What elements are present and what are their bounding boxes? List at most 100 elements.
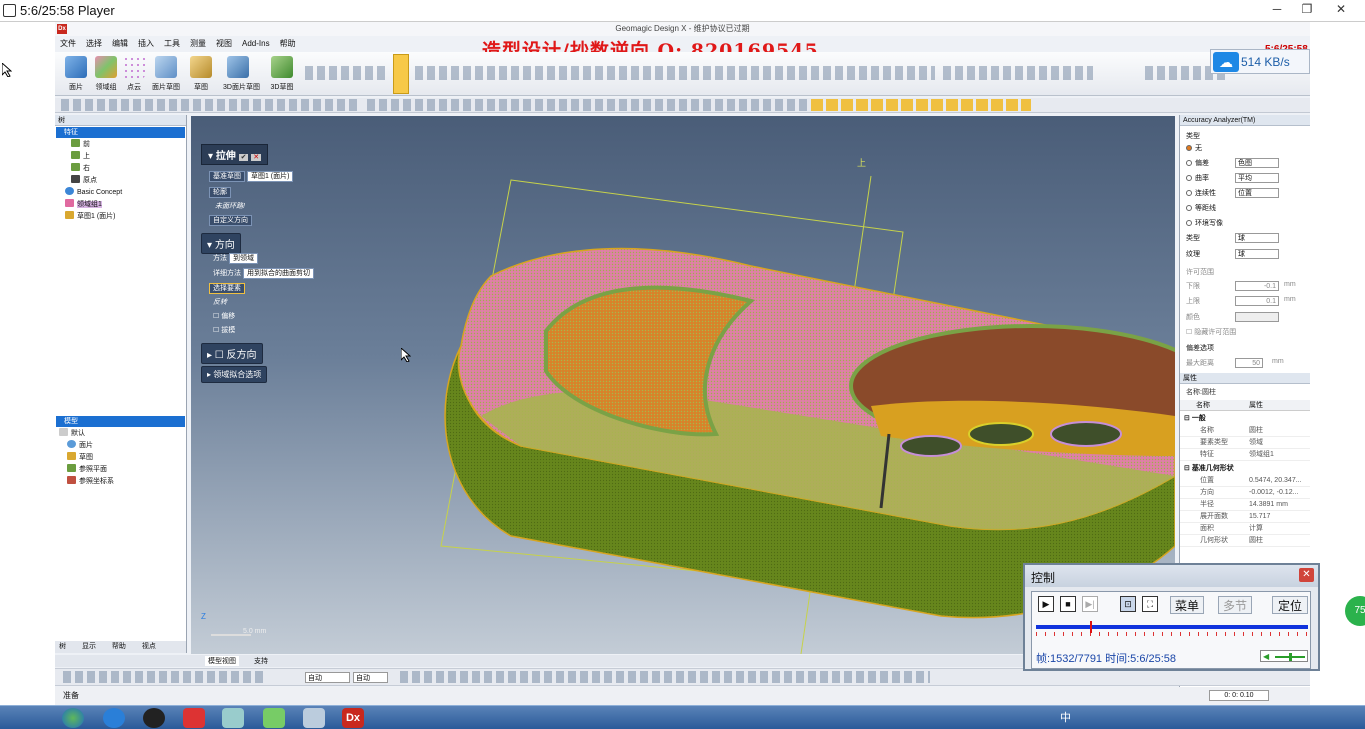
menu-button[interactable]: 菜单 xyxy=(1170,596,1204,614)
property-row[interactable]: 半径 14.3891 mm xyxy=(1180,499,1310,511)
ime-indicator[interactable]: 中 xyxy=(1060,712,1071,724)
reverse-direction-section[interactable]: ▸ ☐ 反方向 xyxy=(201,343,263,364)
option-none[interactable]: 无 xyxy=(1186,143,1202,153)
ribbon-model-tools[interactable] xyxy=(415,66,935,80)
select-element-field[interactable]: 选择要素 xyxy=(209,283,245,294)
method-select[interactable]: 到领域 xyxy=(228,253,258,264)
minimize-button[interactable]: ─ xyxy=(1266,1,1288,18)
model-section[interactable]: 模型 xyxy=(56,416,185,427)
volume-slider[interactable]: ◀ xyxy=(1260,650,1308,662)
upper-input[interactable]: 0.1 xyxy=(1235,296,1279,306)
stop-icon[interactable]: ■ xyxy=(1060,596,1076,612)
dx-logo[interactable]: Dx xyxy=(57,24,67,34)
progress-track[interactable] xyxy=(1036,625,1308,629)
menu-edit[interactable]: 编辑 xyxy=(107,36,133,51)
menu-measure[interactable]: 测量 xyxy=(185,36,211,51)
reverse-label[interactable]: 反转 xyxy=(213,297,227,307)
menu-help[interactable]: 帮助 xyxy=(275,36,301,51)
ribbon-draw-tools[interactable] xyxy=(305,66,385,80)
curvature-select[interactable]: 平均 xyxy=(1235,173,1279,183)
model-default[interactable]: 默认 xyxy=(55,428,186,440)
menu-tools[interactable]: 工具 xyxy=(159,36,185,51)
model-item-ref-plane[interactable]: 参照平面 xyxy=(55,464,186,476)
max-dist-input[interactable]: 50 xyxy=(1235,358,1263,368)
general-group[interactable]: ⊟ 一般 xyxy=(1180,411,1310,425)
taskbar-app-icon[interactable] xyxy=(263,708,285,728)
view-tools[interactable] xyxy=(367,99,807,111)
mode2-select[interactable]: 自动 xyxy=(353,672,388,683)
hide-tolerance-checkbox[interactable]: ☐ 隐藏许可范围 xyxy=(1186,327,1236,337)
menu-file[interactable]: 文件 xyxy=(55,36,81,51)
tab-tree[interactable]: 树 xyxy=(59,643,66,650)
profile-label[interactable]: 轮廓 xyxy=(209,187,231,198)
restore-button[interactable]: ❐ xyxy=(1296,1,1318,18)
draft-checkbox[interactable]: ☐ 拔模 xyxy=(213,325,235,335)
model-item-sketch[interactable]: 草图 xyxy=(55,452,186,464)
option-isoline[interactable]: 等距线 xyxy=(1186,203,1216,213)
tree-item-right[interactable]: 右 xyxy=(55,163,186,175)
tree-item-top[interactable]: 上 xyxy=(55,151,186,163)
bottom-snap-tools[interactable] xyxy=(400,671,930,683)
chapter-button[interactable]: 多节 xyxy=(1218,596,1252,614)
start-button-icon[interactable] xyxy=(62,708,84,728)
property-row[interactable]: 位置 0.5474, 20.347... xyxy=(1180,475,1310,487)
property-row[interactable]: 展开面数 15.717 xyxy=(1180,511,1310,523)
option-continuity[interactable]: 连续性 xyxy=(1186,188,1216,198)
tree-item-origin[interactable]: 原点 xyxy=(55,175,186,187)
property-row[interactable]: 名称 圆柱 xyxy=(1180,425,1310,437)
base-sketch-select[interactable]: 草图1 (面片) xyxy=(246,171,294,182)
ribbon-3d-mesh-sketch-button[interactable]: 3D面片草图 xyxy=(223,56,260,92)
tree-item-sketch1[interactable]: 草图1 (面片) xyxy=(55,211,186,223)
tab-support[interactable]: 支持 xyxy=(251,656,271,666)
selection-tools[interactable] xyxy=(61,99,361,111)
detail-select[interactable]: 用到拟合的曲面剪切 xyxy=(242,268,314,279)
tab-help[interactable]: 帮助 xyxy=(112,643,126,650)
control-close-button[interactable]: ✕ xyxy=(1299,568,1314,582)
taskbar-app-icon[interactable] xyxy=(222,708,244,728)
lower-input[interactable]: -0.1 xyxy=(1235,281,1279,291)
next-icon[interactable]: ▶| xyxy=(1082,596,1098,612)
taskbar-app-icon[interactable] xyxy=(103,708,125,728)
continuity-select[interactable]: 位置 xyxy=(1235,188,1279,198)
qq-icon[interactable] xyxy=(143,708,165,728)
ribbon-mesh-sketch-button[interactable]: 面片草图 xyxy=(151,56,181,92)
model-item-ref-csys[interactable]: 参照坐标系 xyxy=(55,476,186,488)
tab-viewpoint[interactable]: 视点 xyxy=(142,643,156,650)
property-row[interactable]: 特征 领域组1 xyxy=(1180,449,1310,461)
color-swatch[interactable] xyxy=(1235,312,1279,322)
filter-tools[interactable] xyxy=(811,99,1031,111)
play-icon[interactable]: ▶ xyxy=(1038,596,1054,612)
floating-badge[interactable]: 75 xyxy=(1345,596,1365,626)
model-item-mesh[interactable]: 面片 xyxy=(55,440,186,452)
offset-checkbox[interactable]: ☐ 偏移 xyxy=(213,311,235,321)
option-envmap[interactable]: 环境写像 xyxy=(1186,218,1223,228)
tree-item-front[interactable]: 前 xyxy=(55,139,186,151)
menu-select[interactable]: 选择 xyxy=(81,36,107,51)
ribbon-sketch-button[interactable]: 草图 xyxy=(186,56,216,92)
ribbon-pointcloud-button[interactable]: 点云 xyxy=(119,56,149,92)
menu-view[interactable]: 视图 xyxy=(211,36,237,51)
option-deviation[interactable]: 偏差 xyxy=(1186,158,1209,168)
progress-marker[interactable] xyxy=(1089,621,1092,633)
property-row[interactable]: 方向 -0.0012, -0.12... xyxy=(1180,487,1310,499)
ribbon-align-tools[interactable] xyxy=(943,66,1093,80)
menu-addins[interactable]: Add-Ins xyxy=(237,36,275,51)
design-x-taskbar-icon[interactable]: Dx xyxy=(342,708,364,728)
tree-item-basic-concept[interactable]: Basic Concept xyxy=(55,187,186,199)
features-section[interactable]: 特征 xyxy=(56,127,185,138)
ribbon-3d-sketch-button[interactable]: 3D草图 xyxy=(267,56,297,92)
cancel-icon[interactable]: ✕ xyxy=(251,154,262,161)
tab-model-view[interactable]: 模型视图 xyxy=(205,656,239,666)
taskbar-app-icon[interactable] xyxy=(183,708,205,728)
ribbon-region-button[interactable]: 领域组 xyxy=(91,56,121,92)
property-row[interactable]: 要素类型 领域 xyxy=(1180,437,1310,449)
fit-window-icon[interactable]: ⊡ xyxy=(1120,596,1136,612)
locate-button[interactable]: 定位 xyxy=(1272,596,1308,614)
tab-display[interactable]: 显示 xyxy=(82,643,96,650)
menu-insert[interactable]: 插入 xyxy=(133,36,159,51)
volume-knob[interactable] xyxy=(1289,653,1292,661)
close-button[interactable]: ✕ xyxy=(1330,1,1352,18)
ok-icon[interactable]: ✔ xyxy=(238,154,249,161)
extrude-button-active[interactable] xyxy=(393,54,409,94)
property-row[interactable]: 面积 计算 xyxy=(1180,523,1310,535)
